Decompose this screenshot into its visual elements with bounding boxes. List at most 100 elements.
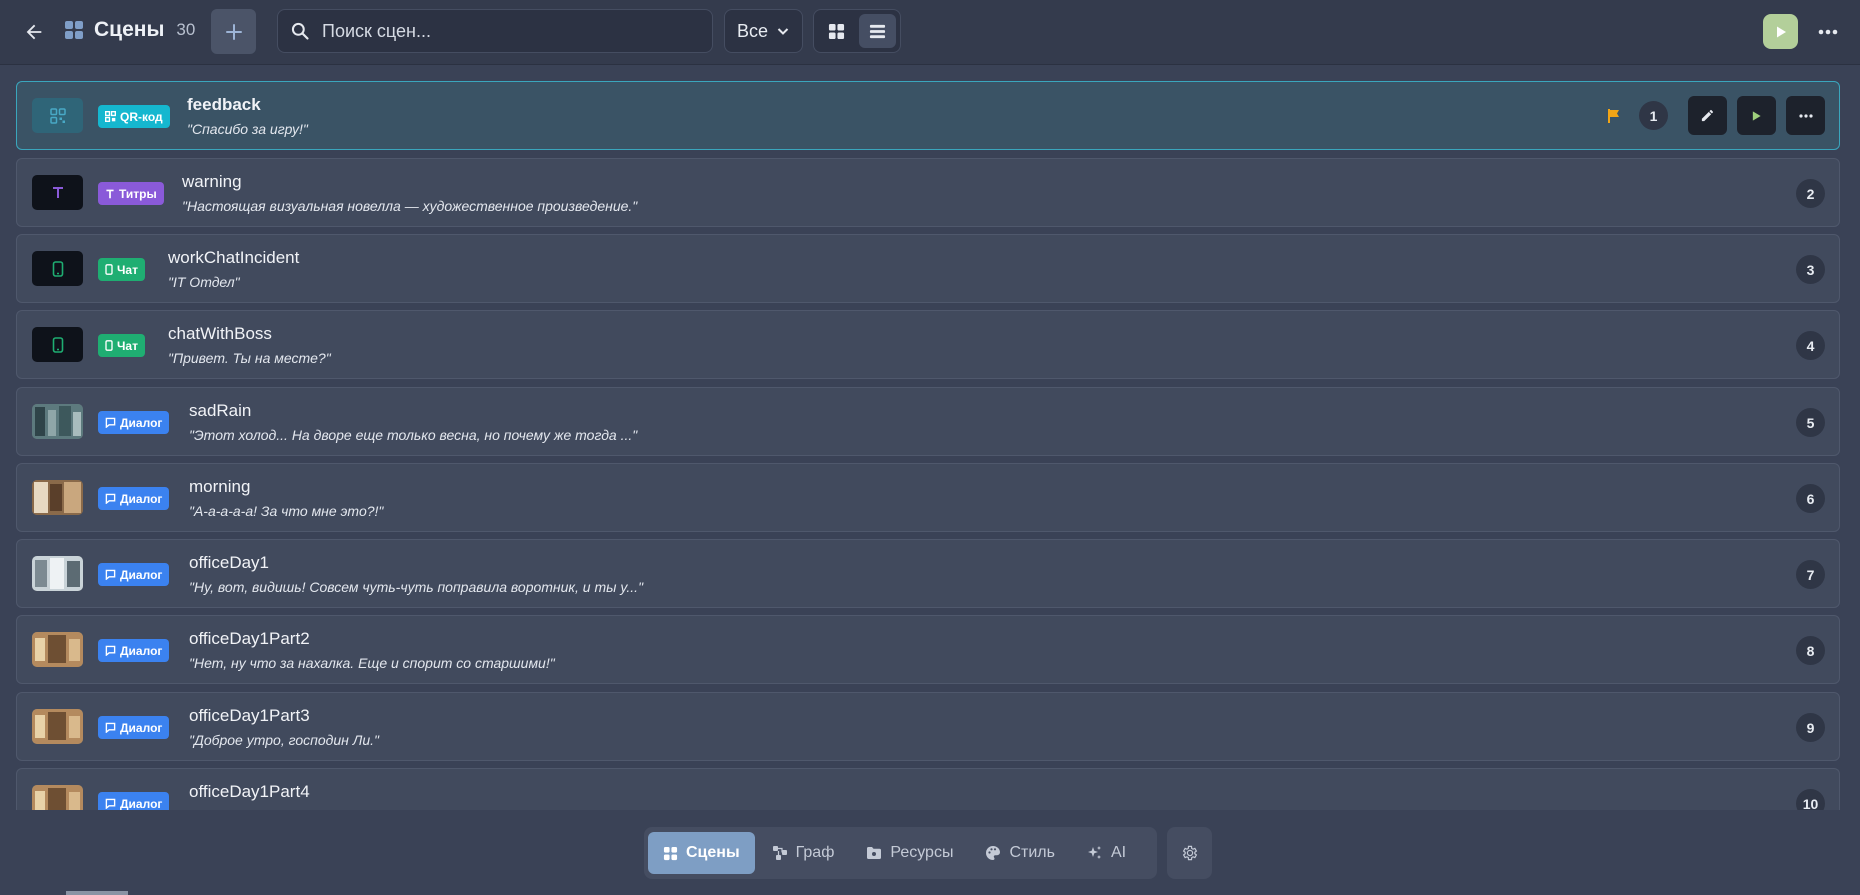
- scene-quote: "IT Отдел": [168, 274, 240, 290]
- scene-number: 5: [1796, 408, 1825, 437]
- scene-type-badge: QR-код: [98, 105, 170, 128]
- phone-icon: [52, 336, 63, 353]
- play-scene-button[interactable]: [1737, 96, 1776, 135]
- play-game-button[interactable]: [1763, 14, 1798, 49]
- scene-type-badge: Диалог: [98, 792, 170, 810]
- scene-type-badge: Диалог: [98, 563, 170, 586]
- pencil-icon: [1701, 109, 1714, 122]
- scene-row[interactable]: Диалог officeDay1Part4 10: [16, 768, 1840, 810]
- scene-name: warning: [182, 172, 242, 191]
- list-view-button[interactable]: [859, 14, 896, 48]
- scene-number: 8: [1796, 636, 1825, 665]
- scene-count: 30: [176, 20, 196, 39]
- scene-row[interactable]: Чат chatWithBoss "Привет. Ты на месте?" …: [16, 310, 1840, 379]
- scene-quote: "Привет. Ты на месте?": [168, 350, 331, 366]
- scene-quote: "А-а-а-а-а! За что мне это?!": [189, 503, 384, 519]
- top-bar: Сцены 30 Все: [0, 0, 1860, 65]
- view-toggle: [813, 9, 901, 53]
- filter-label: Все: [736, 20, 769, 41]
- nav-style[interactable]: Стиль: [970, 832, 1070, 874]
- scene-type-badge: Диалог: [98, 487, 170, 510]
- play-icon: [1752, 110, 1761, 121]
- scene-quote: "Спасибо за игру!": [187, 121, 308, 137]
- grid-icon: [663, 846, 678, 860]
- plus-icon: [225, 23, 242, 40]
- scene-row[interactable]: Диалог officeDay1Part2 "Нет, ну что за н…: [16, 615, 1840, 684]
- scene-name: chatWithBoss: [168, 324, 272, 343]
- settings-button[interactable]: [1167, 827, 1212, 879]
- scene-type-badge: Диалог: [98, 411, 170, 434]
- scene-row[interactable]: Диалог officeDay1 "Ну, вот, видишь! Совс…: [16, 539, 1840, 608]
- nav-ai[interactable]: AI: [1072, 832, 1141, 874]
- graph-icon: [772, 846, 787, 860]
- scene-name: officeDay1Part2: [189, 629, 310, 648]
- scene-number: 1: [1639, 101, 1668, 130]
- scene-row[interactable]: Чат workChatIncident "IT Отдел" 3: [16, 234, 1840, 303]
- more-horizontal-icon: [1798, 113, 1813, 118]
- phone-icon: [52, 260, 63, 277]
- filter-dropdown[interactable]: Все: [724, 9, 803, 53]
- scene-type-badge: Диалог: [98, 716, 170, 739]
- scene-more-button[interactable]: [1786, 96, 1825, 135]
- back-button[interactable]: [16, 14, 52, 50]
- scene-name: officeDay1Part3: [189, 706, 310, 725]
- scene-type-badge: Титры: [98, 182, 164, 205]
- speech-bubble-icon: [105, 493, 116, 504]
- search-icon: [291, 22, 309, 40]
- sparkle-icon: [1087, 846, 1101, 859]
- scene-thumbnail-image: [32, 709, 83, 744]
- more-menu-button[interactable]: [1810, 14, 1846, 50]
- nav-resources[interactable]: Ресурсы: [851, 832, 968, 874]
- speech-bubble-icon: [105, 722, 116, 733]
- scene-thumbnail: [32, 251, 83, 286]
- scene-thumbnail-image: [32, 404, 83, 439]
- search-input[interactable]: [322, 20, 682, 42]
- qr-code-icon: [105, 111, 116, 122]
- scene-number: 6: [1796, 484, 1825, 513]
- scene-quote: "Нет, ну что за нахалка. Еще и спорит со…: [189, 655, 555, 671]
- scene-quote: "Этот холод... На дворе еще только весна…: [189, 427, 638, 443]
- scene-row[interactable]: Диалог morning "А-а-а-а-а! За что мне эт…: [16, 463, 1840, 532]
- scene-number: 4: [1796, 331, 1825, 360]
- arrow-left-icon: [26, 24, 42, 40]
- nav-scenes[interactable]: Сцены: [648, 832, 755, 874]
- scene-number: 7: [1796, 560, 1825, 589]
- scene-thumbnail: [32, 175, 83, 210]
- speech-bubble-icon: [105, 645, 116, 656]
- palette-icon: [986, 846, 1001, 860]
- scene-row[interactable]: Диалог sadRain "Этот холод... На дворе е…: [16, 387, 1840, 456]
- scene-name: officeDay1Part4: [189, 782, 310, 801]
- speech-bubble-icon: [105, 417, 116, 428]
- nav-graph[interactable]: Граф: [757, 832, 850, 874]
- add-scene-button[interactable]: [211, 9, 256, 54]
- scene-thumbnail: [32, 327, 83, 362]
- scene-type-badge: Диалог: [98, 639, 170, 662]
- scene-name: morning: [189, 477, 251, 496]
- scene-thumbnail-image: [32, 480, 83, 515]
- speech-bubble-icon: [105, 798, 116, 809]
- scene-row[interactable]: QR-код feedback "Спасибо за игру!" 1: [16, 81, 1840, 150]
- scene-name: officeDay1: [189, 553, 270, 572]
- horizontal-scrollbar[interactable]: [66, 891, 128, 895]
- scene-thumbnail: [32, 98, 83, 133]
- scene-number: 10: [1796, 789, 1825, 810]
- scene-row[interactable]: Диалог officeDay1Part3 "Доброе утро, гос…: [16, 692, 1840, 761]
- scene-type-badge: Чат: [98, 334, 145, 357]
- scene-quote: "Настоящая визуальная новелла — художест…: [182, 198, 638, 214]
- list-view-icon: [869, 24, 886, 38]
- folder-icon: [867, 847, 882, 859]
- scene-name: sadRain: [189, 401, 252, 420]
- scene-quote: "Ну, вот, видишь! Совсем чуть-чуть попра…: [189, 579, 644, 595]
- text-icon: [106, 189, 114, 198]
- search-box: [277, 9, 713, 53]
- scene-row[interactable]: Титры warning "Настоящая визуальная нове…: [16, 158, 1840, 227]
- text-icon: [52, 186, 63, 198]
- chevron-down-icon: [777, 28, 789, 35]
- phone-icon: [105, 340, 113, 351]
- scene-quote: "Доброе утро, господин Ли.": [189, 732, 379, 748]
- page-title: Сцены: [94, 18, 165, 41]
- speech-bubble-icon: [105, 569, 116, 580]
- edit-scene-button[interactable]: [1688, 96, 1727, 135]
- grid-view-button[interactable]: [818, 14, 855, 48]
- scene-thumbnail-image: [32, 632, 83, 667]
